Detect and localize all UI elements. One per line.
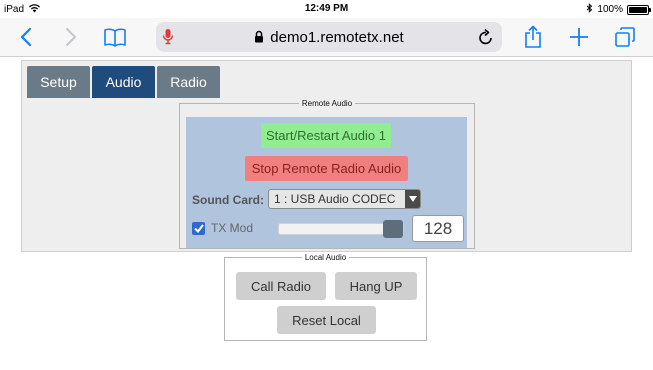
- checkbox-icon: [193, 224, 204, 233]
- sound-card-select[interactable]: 1 : USB Audio CODEC: [268, 189, 421, 209]
- sound-card-value: 1 : USB Audio CODEC: [274, 192, 396, 206]
- status-left: iPad: [4, 3, 41, 16]
- dropdown-arrow-icon: [405, 190, 420, 208]
- address-bar[interactable]: demo1.remotetx.net: [156, 22, 502, 52]
- tx-mod-slider-thumb[interactable]: [383, 220, 403, 238]
- browser-toolbar: demo1.remotetx.net: [0, 18, 653, 57]
- remote-audio-group: Remote Audio Start/Restart Audio 1 Stop …: [179, 99, 475, 249]
- local-audio-legend: Local Audio: [304, 253, 347, 262]
- tab-bar: Setup Audio Radio: [27, 66, 220, 98]
- battery-icon: [627, 4, 651, 15]
- call-radio-button[interactable]: Call Radio: [236, 272, 326, 300]
- device-name: iPad: [4, 4, 25, 15]
- stop-remote-audio-button[interactable]: Stop Remote Radio Audio: [245, 156, 408, 181]
- tabs-icon[interactable]: [612, 24, 638, 50]
- forward-icon[interactable]: [58, 24, 84, 50]
- tx-mod-value[interactable]: 128: [412, 215, 464, 242]
- bluetooth-icon: [586, 3, 593, 16]
- tx-mod-checkbox[interactable]: [192, 222, 205, 235]
- tab-audio[interactable]: Audio: [92, 66, 155, 98]
- tx-mod-label: TX Mod: [211, 221, 254, 235]
- url-text: demo1.remotetx.net: [270, 29, 404, 46]
- lock-icon: [254, 30, 264, 47]
- url-display: demo1.remotetx.net: [156, 29, 502, 47]
- sound-card-label: Sound Card:: [192, 193, 264, 207]
- wifi-icon: [28, 3, 41, 16]
- tab-radio[interactable]: Radio: [157, 66, 220, 98]
- remote-audio-controls: Start/Restart Audio 1 Stop Remote Radio …: [186, 117, 467, 248]
- reload-icon[interactable]: [478, 28, 494, 51]
- reset-local-button[interactable]: Reset Local: [277, 306, 376, 334]
- tab-setup[interactable]: Setup: [27, 66, 90, 98]
- status-time: 12:49 PM: [304, 3, 349, 14]
- status-right: 100%: [586, 3, 651, 16]
- status-bar: iPad 12:49 PM 100%: [0, 0, 653, 18]
- start-audio-button[interactable]: Start/Restart Audio 1: [261, 123, 391, 148]
- new-tab-icon[interactable]: [566, 24, 592, 50]
- bookmarks-icon[interactable]: [102, 24, 128, 50]
- hang-up-button[interactable]: Hang UP: [335, 272, 417, 300]
- battery-percent: 100%: [597, 4, 623, 15]
- share-icon[interactable]: [520, 24, 546, 50]
- remote-audio-legend: Remote Audio: [301, 99, 353, 108]
- tx-mod-slider[interactable]: [278, 220, 404, 238]
- local-audio-group: Local Audio Call Radio Hang UP Reset Loc…: [224, 253, 427, 341]
- back-icon[interactable]: [13, 24, 39, 50]
